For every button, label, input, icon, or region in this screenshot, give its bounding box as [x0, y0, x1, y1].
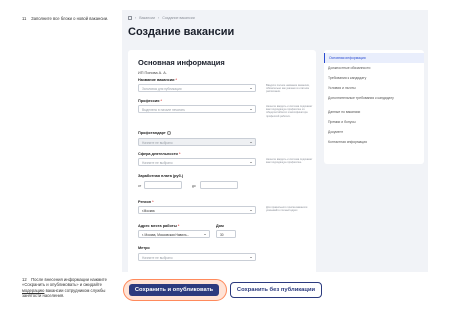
salary-label: Заработная плата (руб.): [138, 174, 184, 178]
salary-to-input[interactable]: [200, 181, 238, 189]
step-12-instruction: 12 После внесения информации нажмите «Со…: [22, 277, 107, 299]
chevron-down-icon: [204, 233, 206, 235]
chevron-down-icon: [250, 161, 252, 163]
nav-item-document[interactable]: Документ: [324, 127, 424, 137]
breadcrumb-item: Создание вакансии: [162, 16, 195, 20]
section-nav: Основная информация Должностные обязанно…: [324, 50, 424, 164]
metro-select[interactable]: Начните не выбрано: [138, 253, 256, 261]
chevron-down-icon: [250, 108, 252, 110]
address-label: Адрес места работы *: [138, 224, 180, 228]
nav-item-conditions[interactable]: Условия и льготы: [324, 83, 424, 93]
profession-label: Профессия *: [138, 99, 163, 103]
page-title: Создание вакансии: [128, 26, 235, 38]
profession-hint: Начните вводить и система подскажет вам …: [266, 105, 313, 118]
nav-item-requirements[interactable]: Требования к кандидату: [324, 73, 424, 83]
nav-item-bonuses[interactable]: Премии и бонусы: [324, 117, 424, 127]
vacancy-name-input[interactable]: Заголовок для публикации: [138, 84, 256, 92]
chevron-down-icon: [250, 256, 252, 258]
vacancy-label: Название вакансии *: [138, 78, 178, 82]
house-input[interactable]: 30: [216, 230, 236, 238]
moderation-link[interactable]: модерацию: [22, 288, 44, 293]
save-and-publish-button[interactable]: Сохранить и опубликовать: [129, 284, 219, 296]
nav-item-vacancy-data[interactable]: Данные по вакансии: [324, 107, 424, 117]
chevron-down-icon: [250, 209, 252, 211]
breadcrumb: › Вакансии › Создание вакансии: [128, 16, 195, 20]
sphere-label: Сфера деятельности *: [138, 152, 181, 156]
step-11-instruction: 11 Заполните все блоки о новой вакансии.: [22, 16, 112, 21]
metro-label: Метро: [138, 246, 150, 250]
house-label: Дом: [216, 224, 224, 228]
address-input[interactable]: г. Москва, Московская Навиль...: [138, 230, 210, 238]
profession-input[interactable]: Выделено в начале печатать: [138, 105, 256, 113]
salary-from-label: от: [138, 184, 142, 188]
card-title: Основная информация: [138, 58, 225, 67]
region-hint: Для правильного поиска вакансии указывай…: [266, 206, 308, 213]
step-number: 11: [22, 16, 27, 21]
breadcrumb-item[interactable]: Вакансии: [139, 16, 155, 20]
nav-item-duties[interactable]: Должностные обязанности: [324, 63, 424, 73]
sphere-select[interactable]: Начните не выбрано: [138, 158, 256, 166]
home-icon[interactable]: [128, 16, 132, 20]
vacancy-form-screenshot: › Вакансии › Создание вакансии Создание …: [122, 10, 428, 272]
main-info-card: Основная информация ИП Попова А. А. Назв…: [128, 50, 316, 272]
info-icon[interactable]: [166, 131, 171, 135]
step-text: Заполните все блоки о новой вакансии.: [31, 16, 109, 21]
action-buttons: Сохранить и опубликовать Сохранить без п…: [122, 278, 428, 308]
chevron-down-icon: [250, 87, 252, 89]
sphere-hint: Начните вводить и система подскажет вам …: [266, 158, 313, 165]
region-select[interactable]: г.Москва: [138, 206, 256, 214]
profstandard-select[interactable]: Начните не выбрано: [138, 138, 256, 146]
chevron-down-icon: [250, 141, 252, 143]
region-label: Регион *: [138, 200, 154, 204]
nav-item-main-info[interactable]: Основная информация: [324, 53, 424, 63]
nav-item-contacts[interactable]: Контактная информация: [324, 137, 424, 147]
vacancy-hint: Введите полное название вакансии, обязат…: [266, 84, 310, 94]
nav-item-extra-requirements[interactable]: Дополнительные требования к кандидату: [324, 93, 424, 107]
company-name: ИП Попова А. А.: [138, 71, 167, 75]
salary-to-label: до: [192, 184, 196, 188]
profstandard-label: Профстандарт: [138, 131, 171, 135]
save-without-publish-button[interactable]: Сохранить без публикации: [230, 282, 322, 298]
salary-from-input[interactable]: [144, 181, 182, 189]
